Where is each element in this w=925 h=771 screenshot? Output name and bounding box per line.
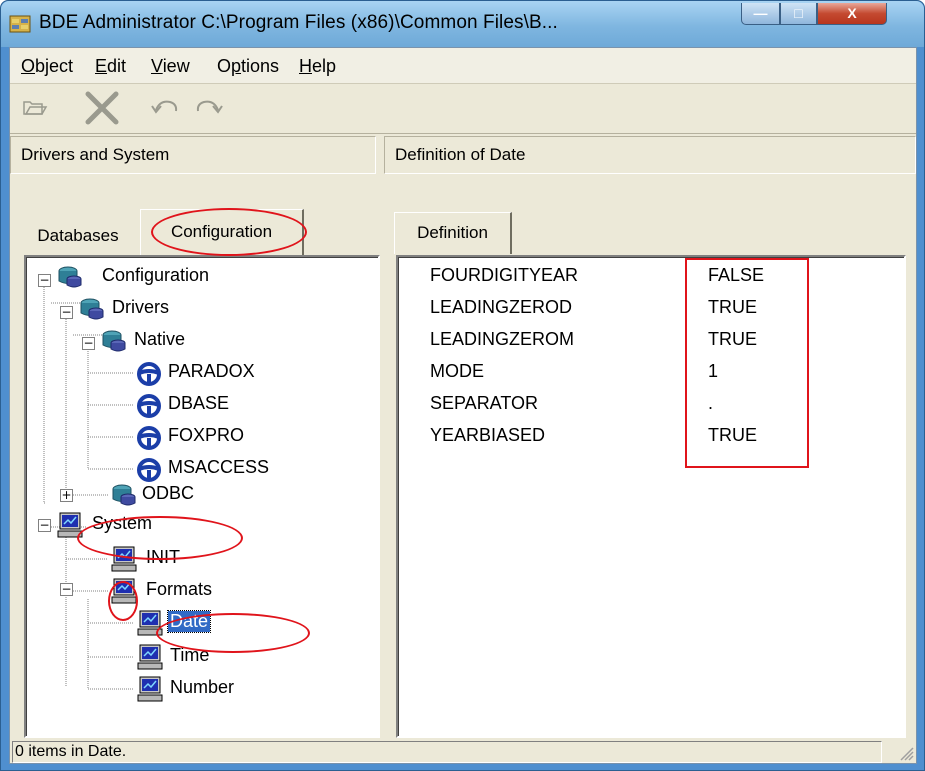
configuration-tree[interactable]: − Configuration − Drivers − Native PARAD… — [24, 255, 380, 738]
menu-help[interactable]: Help — [299, 56, 336, 77]
database-group-icon — [80, 298, 104, 320]
bde-administrator-window: BDE Administrator C:\Program Files (x86)… — [0, 0, 925, 771]
property-name: SEPARATOR — [430, 393, 539, 413]
tree-label: PARADOX — [168, 361, 255, 381]
driver-wheel-icon — [137, 362, 161, 386]
tab-databases[interactable]: Databases — [16, 217, 140, 253]
property-name: MODE — [430, 361, 484, 381]
undo-icon[interactable] — [150, 94, 182, 120]
annotation-oval-date — [156, 613, 310, 653]
status-text: 0 items in Date. — [12, 741, 882, 763]
tree-item-configuration[interactable]: Configuration — [56, 263, 276, 291]
menu-object[interactable]: Object — [21, 56, 73, 77]
toolbar — [10, 84, 916, 134]
property-row-leadingzerod[interactable]: LEADINGZEROD TRUE — [398, 293, 898, 325]
tree-item-number[interactable]: Number — [136, 675, 336, 703]
expand-odbc-icon[interactable]: + — [60, 489, 73, 502]
menu-edit[interactable]: Edit — [95, 56, 126, 77]
database-group-icon — [58, 266, 82, 288]
delete-icon[interactable] — [82, 90, 122, 126]
property-row-separator[interactable]: SEPARATOR . — [398, 389, 898, 421]
open-folder-icon[interactable] — [22, 94, 48, 120]
status-bar: 0 items in Date. — [10, 741, 916, 763]
collapse-system-icon[interactable]: − — [38, 519, 51, 532]
annotation-oval-configuration-tab — [151, 208, 307, 256]
property-name: FOURDIGITYEAR — [430, 265, 579, 285]
tree-item-foxpro[interactable]: FOXPRO — [136, 423, 336, 451]
driver-wheel-icon — [137, 426, 161, 450]
menu-bar: Object Edit View Options Help — [10, 48, 916, 84]
tree-item-native[interactable]: Native — [100, 327, 300, 355]
property-name: LEADINGZEROM — [430, 329, 575, 349]
property-row-mode[interactable]: MODE 1 — [398, 357, 898, 389]
property-row-leadingzerom[interactable]: LEADINGZEROM TRUE — [398, 325, 898, 357]
database-group-icon — [102, 330, 126, 352]
tree-item-paradox[interactable]: PARADOX — [136, 359, 336, 387]
tree-label: Formats — [146, 579, 213, 599]
property-row-yearbiased[interactable]: YEARBIASED TRUE — [398, 421, 898, 453]
right-pane-header: Definition of Date — [384, 136, 916, 174]
left-pane-header: Drivers and System — [10, 136, 376, 174]
collapse-native-icon[interactable]: − — [82, 337, 95, 350]
collapse-formats-icon[interactable]: − — [60, 583, 73, 596]
annotation-oval-formats-expander — [108, 581, 138, 621]
resize-grip-icon[interactable] — [898, 745, 914, 761]
property-name: LEADINGZEROD — [430, 297, 573, 317]
driver-wheel-icon — [137, 458, 161, 482]
database-group-icon — [112, 484, 136, 506]
computer-icon — [137, 676, 163, 702]
annotation-box-values — [685, 258, 809, 468]
title-bar[interactable]: BDE Administrator C:\Program Files (x86)… — [1, 1, 924, 47]
annotation-oval-system — [77, 516, 243, 560]
property-name: YEARBIASED — [430, 425, 546, 445]
definition-grid[interactable]: FOURDIGITYEAR FALSE LEADINGZEROD TRUE LE… — [396, 255, 906, 738]
tree-label: Drivers — [112, 297, 169, 317]
tree-label: DBASE — [168, 393, 230, 413]
tree-item-dbase[interactable]: DBASE — [136, 391, 336, 419]
bde-app-icon — [9, 15, 31, 33]
tree-item-drivers[interactable]: Drivers — [78, 295, 278, 323]
tree-item-odbc[interactable]: ODBC — [110, 481, 310, 509]
computer-icon — [137, 644, 163, 670]
window-title: BDE Administrator C:\Program Files (x86)… — [39, 12, 558, 33]
redo-icon[interactable] — [192, 94, 224, 120]
menu-options[interactable]: Options — [217, 56, 279, 77]
maximize-icon: □ — [794, 5, 803, 21]
driver-wheel-icon — [137, 394, 161, 418]
maximize-button[interactable]: □ — [780, 3, 817, 25]
close-button[interactable]: X — [817, 3, 887, 25]
property-row-fourdigityear[interactable]: FOURDIGITYEAR FALSE — [398, 261, 898, 293]
tree-item-formats[interactable]: Formats — [110, 577, 310, 605]
collapse-drivers-icon[interactable]: − — [60, 306, 73, 319]
tree-label: FOXPRO — [168, 425, 245, 445]
tree-label: Number — [170, 677, 235, 697]
tree-label: ODBC — [142, 483, 195, 503]
minimize-button[interactable]: — — [741, 3, 780, 25]
tab-definition[interactable]: Definition — [394, 212, 512, 254]
tree-label: Native — [134, 329, 186, 349]
tree-item-msaccess[interactable]: MSACCESS — [136, 455, 356, 483]
menu-view[interactable]: View — [151, 56, 190, 77]
minimize-icon: — — [753, 5, 768, 21]
tree-label: Configuration — [102, 265, 210, 285]
tree-label: MSACCESS — [168, 457, 270, 477]
close-icon: X — [847, 5, 857, 21]
collapse-configuration-icon[interactable]: − — [38, 274, 51, 287]
